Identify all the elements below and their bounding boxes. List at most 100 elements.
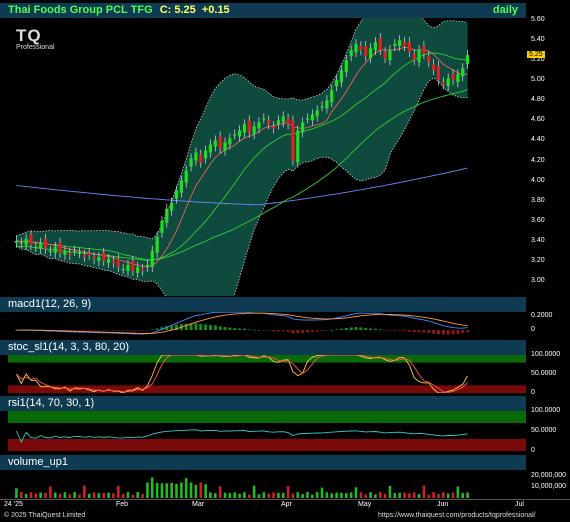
- candle-body: [14, 240, 19, 243]
- volume-bar: [272, 492, 275, 498]
- candle-body: [271, 126, 276, 129]
- macd-histogram-bar: [267, 330, 271, 331]
- candle-body: [310, 114, 314, 121]
- macd-histogram-bar: [393, 330, 397, 331]
- volume-bar: [369, 492, 372, 498]
- candle-body: [441, 82, 445, 85]
- candle-body: [121, 268, 125, 271]
- volume-tick-label: 20,000,000: [531, 472, 567, 480]
- candle-body: [296, 130, 300, 163]
- volume-bar: [311, 494, 314, 498]
- candle-body: [43, 238, 48, 249]
- candle-body: [116, 258, 120, 267]
- macd-histogram-bar: [417, 330, 421, 333]
- stoc-title: stoc_sl1(14, 3, 3, 80, 20): [8, 341, 130, 353]
- macd-histogram-bar: [247, 329, 251, 331]
- volume-bar: [393, 493, 397, 498]
- volume-bar: [306, 492, 309, 498]
- x-label-apr: Apr: [281, 501, 292, 508]
- volume-bar: [15, 488, 18, 498]
- volume-bar: [364, 494, 368, 498]
- candle-body: [393, 44, 397, 47]
- candle-body: [218, 136, 222, 149]
- macd-histogram-bar: [369, 328, 373, 331]
- volume-bar: [39, 492, 42, 498]
- x-label-mar: Mar: [192, 501, 205, 508]
- volume-bar: [408, 493, 411, 498]
- price-tick-label: 4.40: [531, 136, 545, 144]
- macd-histogram-bar: [335, 329, 339, 331]
- volume-bar: [189, 482, 193, 498]
- volume-bar: [170, 482, 173, 498]
- volume-bar: [73, 492, 76, 498]
- macd-histogram-bar: [199, 324, 203, 331]
- volume-bar: [257, 494, 261, 498]
- macd-title: macd1(12, 26, 9): [8, 298, 92, 310]
- volume-bar: [427, 494, 431, 498]
- rsi-chart: [8, 411, 526, 451]
- candle-body: [189, 158, 193, 167]
- price-tick-label: 5.40: [531, 36, 545, 44]
- candle-body: [194, 152, 198, 161]
- macd-histogram-bar: [422, 330, 426, 333]
- stoc-tick-label: 100.0000: [531, 351, 561, 358]
- candle-body: [422, 46, 426, 55]
- macd-histogram-bar: [378, 329, 382, 331]
- ticker-title: Thai Foods Group PCL TFG: [8, 4, 153, 16]
- macd-histogram-bar: [126, 330, 130, 331]
- volume-bar: [247, 494, 251, 498]
- source-url[interactable]: https://www.thaiquest.com/products/tqpro…: [378, 512, 536, 519]
- price-chart: [14, 18, 470, 296]
- volume-bar: [194, 484, 198, 498]
- volume-bar: [383, 493, 387, 498]
- macd-histogram-bar: [145, 330, 149, 331]
- candle-body: [73, 250, 77, 253]
- volume-bar: [19, 492, 23, 498]
- volume-bar: [315, 492, 319, 498]
- x-label-jul: Jul: [515, 501, 524, 508]
- volume-bar: [354, 487, 358, 498]
- candle-body: [461, 68, 465, 77]
- macd-histogram-bar: [155, 328, 159, 331]
- volume-bar: [92, 492, 96, 498]
- volume-bar: [228, 493, 232, 498]
- macd-histogram-bar: [252, 329, 256, 331]
- volume-bar: [437, 494, 440, 498]
- candle-body: [39, 242, 43, 249]
- candle-body: [228, 138, 232, 145]
- candle-body: [145, 264, 150, 267]
- volume-bar: [359, 492, 363, 498]
- candle-body: [82, 254, 86, 257]
- candle-body: [237, 130, 242, 137]
- macd-histogram-bar: [73, 330, 77, 331]
- price-tick-label: 3.60: [531, 216, 545, 224]
- rsi-oversold-zone: [8, 439, 526, 451]
- macd-histogram-bar: [276, 330, 280, 332]
- volume-bar: [29, 492, 33, 498]
- macd-histogram-bar: [441, 330, 445, 335]
- volume-bar: [218, 486, 222, 498]
- macd-histogram-bar: [403, 330, 407, 332]
- volume-bar: [136, 492, 140, 498]
- volume-bar: [97, 493, 101, 498]
- rsi-tick-label: 100.0000: [531, 407, 561, 414]
- stoc-pane-title: stoc_sl1(14, 3, 3, 80, 20): [0, 340, 526, 355]
- volume-bar: [78, 494, 81, 498]
- macd-histogram-bar: [184, 323, 188, 331]
- volume-bar: [121, 493, 125, 498]
- volume-bar: [112, 493, 115, 498]
- candle-body: [402, 42, 407, 47]
- volume-bar: [388, 485, 392, 498]
- price-pane-title-bar: Thai Foods Group PCL TFG C: 5.25 +0.15 d…: [0, 3, 526, 18]
- rsi-tick-label: 50.0000: [531, 427, 557, 434]
- macd-histogram-bar: [339, 328, 343, 331]
- volume-bar: [63, 492, 67, 498]
- candle-body: [320, 106, 324, 108]
- macd-histogram-bar: [281, 330, 285, 332]
- volume-bar: [451, 492, 455, 498]
- candle-body: [150, 250, 154, 267]
- interval-label[interactable]: daily: [493, 3, 518, 18]
- candle-body: [281, 116, 285, 123]
- macd-tick-label: 0: [531, 326, 535, 334]
- volume-bar: [325, 492, 329, 498]
